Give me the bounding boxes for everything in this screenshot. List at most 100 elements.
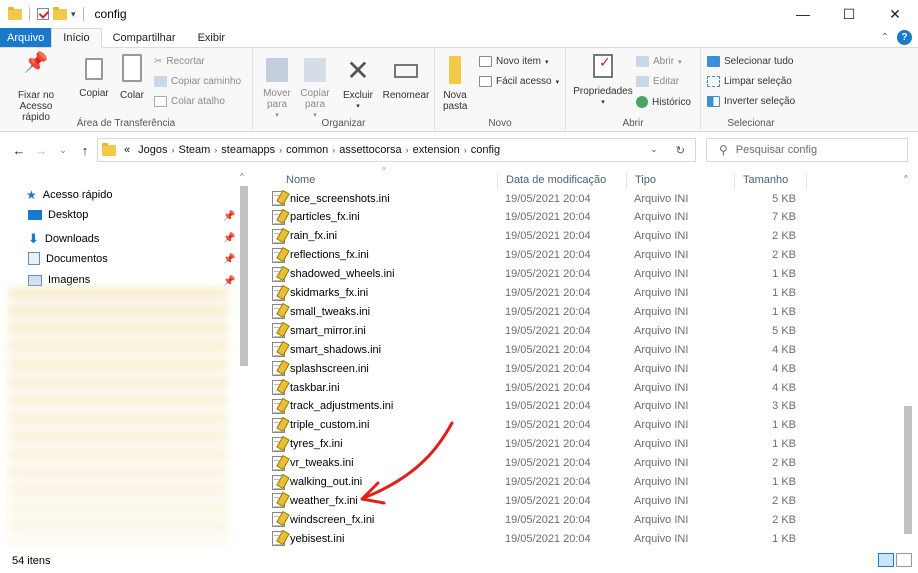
history-button[interactable]: Histórico: [636, 96, 691, 108]
pin-icon[interactable]: 📌: [223, 254, 235, 265]
properties-quick-icon[interactable]: [37, 8, 49, 20]
address-dropdown-icon[interactable]: ⌄: [650, 144, 658, 157]
move-to-button[interactable]: Mover para ▾: [259, 58, 295, 121]
breadcrumb-chevron-icon[interactable]: ›: [406, 145, 409, 155]
breadcrumb-common[interactable]: common: [286, 144, 328, 156]
breadcrumb-chevron-icon[interactable]: ›: [214, 145, 217, 155]
address-bar[interactable]: « Jogos › Steam › steamapps › common › a…: [97, 138, 696, 162]
new-item-button[interactable]: Novo item ▾: [479, 56, 549, 67]
copy-to-button[interactable]: Copiar para ▾: [297, 58, 333, 121]
table-row[interactable]: smart_mirror.ini 19/05/2021 20:04 Arquivo …: [270, 321, 804, 340]
scrollbar-thumb[interactable]: [240, 186, 248, 366]
file-size: 1 KB: [772, 287, 796, 299]
column-header-date[interactable]: Data de modificação: [506, 174, 606, 190]
tab-inicio[interactable]: Início: [51, 28, 102, 48]
edit-button[interactable]: Editar: [636, 76, 679, 87]
table-row[interactable]: skidmarks_fx.ini 19/05/2021 20:04 Arquivo …: [270, 284, 804, 303]
breadcrumb-chevron-icon[interactable]: ›: [332, 145, 335, 155]
select-none-button[interactable]: Limpar seleção: [707, 76, 792, 87]
breadcrumb-config[interactable]: config: [471, 144, 500, 156]
column-divider[interactable]: [806, 172, 807, 190]
table-row[interactable]: particles_fx.ini 19/05/2021 20:04 Arquivo …: [270, 208, 804, 227]
nav-item-documents[interactable]: Documentos: [28, 252, 108, 265]
help-icon[interactable]: ?: [897, 30, 912, 45]
easy-access-button[interactable]: Fácil acesso ▾: [479, 76, 559, 87]
breadcrumb-chevron-icon[interactable]: ›: [279, 145, 282, 155]
recent-locations-chevron-icon[interactable]: ⌄: [52, 145, 74, 156]
properties-button[interactable]: ✓ Propriedades ▾: [570, 54, 636, 108]
table-row[interactable]: shadowed_wheels.ini 19/05/2021 20:04 Arqui…: [270, 265, 804, 284]
column-divider[interactable]: [734, 172, 735, 190]
file-list-scrollbar[interactable]: ^: [902, 170, 914, 548]
breadcrumb-extension[interactable]: extension: [413, 144, 460, 156]
column-divider[interactable]: [626, 172, 627, 190]
table-row[interactable]: smart_shadows.ini 19/05/2021 20:04 Arquivo…: [270, 340, 804, 359]
table-row[interactable]: reflections_fx.ini 19/05/2021 20:04 Arquiv…: [270, 246, 804, 265]
table-row[interactable]: small_tweaks.ini 19/05/2021 20:04 Arquivo …: [270, 302, 804, 321]
scrollbar-thumb[interactable]: [904, 406, 912, 534]
paste-shortcut-button[interactable]: Colar atalho: [154, 96, 225, 107]
breadcrumb-chevron-icon[interactable]: ›: [171, 145, 174, 155]
star-icon: ★: [26, 188, 37, 202]
scroll-up-icon[interactable]: ^: [240, 172, 244, 181]
delete-button[interactable]: ✕ Excluir ▾: [337, 57, 379, 112]
tab-compartilhar[interactable]: Compartilhar: [102, 28, 187, 47]
breadcrumb-overflow[interactable]: «: [124, 144, 130, 156]
close-button[interactable]: ✕: [872, 0, 918, 28]
column-header-type[interactable]: Tipo: [635, 174, 656, 190]
pin-icon[interactable]: 📌: [223, 276, 235, 287]
copy-path-button[interactable]: Copiar caminho: [154, 76, 241, 87]
breadcrumb-assettocorsa[interactable]: assettocorsa: [339, 144, 401, 156]
nav-item-quick-access[interactable]: ★ Acesso rápido: [26, 188, 112, 202]
table-row[interactable]: walking_out.ini 19/05/2021 20:04 Arquivo I…: [270, 473, 804, 492]
breadcrumb-jogos[interactable]: Jogos: [138, 144, 167, 156]
large-icons-view-button[interactable]: [896, 553, 912, 567]
column-divider[interactable]: [497, 172, 498, 190]
ribbon-collapse-icon[interactable]: ⌃: [881, 32, 889, 43]
details-view-button[interactable]: [878, 553, 894, 567]
nav-item-desktop[interactable]: Desktop: [28, 209, 88, 221]
pin-icon[interactable]: 📌: [223, 211, 235, 222]
table-row[interactable]: tyres_fx.ini 19/05/2021 20:04 Arquivo INI 1…: [270, 435, 804, 454]
quick-access-dropdown-icon[interactable]: ▾: [71, 9, 76, 20]
table-row[interactable]: rain_fx.ini 19/05/2021 20:04 Arquivo INI 2 …: [270, 227, 804, 246]
up-arrow-icon[interactable]: ↑: [74, 143, 96, 158]
select-all-button[interactable]: Selecionar tudo: [707, 56, 794, 67]
pin-quick-access-button[interactable]: 📌 Fixar no Acesso rápido: [6, 53, 66, 123]
search-box[interactable]: ⚲ Pesquisar config: [706, 138, 908, 162]
rename-button[interactable]: Renomear: [381, 58, 431, 101]
table-row[interactable]: track_adjustments.ini 19/05/2021 20:04 Arq…: [270, 397, 804, 416]
paste-button[interactable]: Colar: [114, 54, 150, 101]
table-row[interactable]: triple_custom.ini 19/05/2021 20:04 Arquivo…: [270, 416, 804, 435]
minimize-button[interactable]: —: [780, 0, 826, 28]
table-row[interactable]: splashscreen.ini 19/05/2021 20:04 Arquivo …: [270, 359, 804, 378]
table-row[interactable]: nice_screenshots.ini 19/05/2021 20:04 Arqu…: [270, 189, 804, 208]
back-arrow-icon[interactable]: ←: [8, 143, 30, 158]
table-row[interactable]: vr_tweaks.ini 19/05/2021 20:04 Arquivo INI…: [270, 454, 804, 473]
forward-arrow-icon[interactable]: →: [30, 143, 52, 158]
new-folder-quick-icon[interactable]: [53, 6, 67, 20]
tab-exibir[interactable]: Exibir: [187, 28, 237, 47]
table-row[interactable]: taskbar.ini 19/05/2021 20:04 Arquivo INI 4 …: [270, 378, 804, 397]
tab-arquivo[interactable]: Arquivo: [0, 28, 52, 47]
breadcrumb-chevron-icon[interactable]: ›: [464, 145, 467, 155]
open-button[interactable]: Abrir ▾: [636, 56, 682, 67]
breadcrumb-steam[interactable]: Steam: [178, 144, 210, 156]
column-header-name[interactable]: Nome: [286, 174, 315, 190]
column-header-size[interactable]: Tamanho: [743, 174, 788, 190]
invert-selection-button[interactable]: Inverter seleção: [707, 96, 795, 107]
table-row[interactable]: yebisest.ini 19/05/2021 20:04 Arquivo INI 1…: [270, 529, 804, 548]
cut-button[interactable]: ✂ Recortar: [154, 56, 205, 67]
breadcrumb-steamapps[interactable]: steamapps: [221, 144, 275, 156]
new-folder-button[interactable]: Nova pasta: [437, 56, 473, 112]
scroll-up-icon[interactable]: ^: [904, 174, 908, 183]
nav-item-downloads[interactable]: ⬇ Downloads: [28, 231, 99, 247]
table-row[interactable]: windscreen_fx.ini 19/05/2021 20:04 Arquivo…: [270, 510, 804, 529]
maximize-button[interactable]: ☐: [826, 0, 872, 28]
refresh-icon[interactable]: ↻: [676, 144, 685, 157]
pin-icon[interactable]: 📌: [223, 233, 235, 244]
nav-item-pictures[interactable]: Imagens: [28, 274, 90, 286]
copy-button[interactable]: Copiar: [76, 58, 112, 99]
nav-pane-scrollbar[interactable]: ^: [238, 172, 250, 546]
table-row[interactable]: weather_fx.ini 19/05/2021 20:04 Arquivo IN…: [270, 491, 804, 510]
